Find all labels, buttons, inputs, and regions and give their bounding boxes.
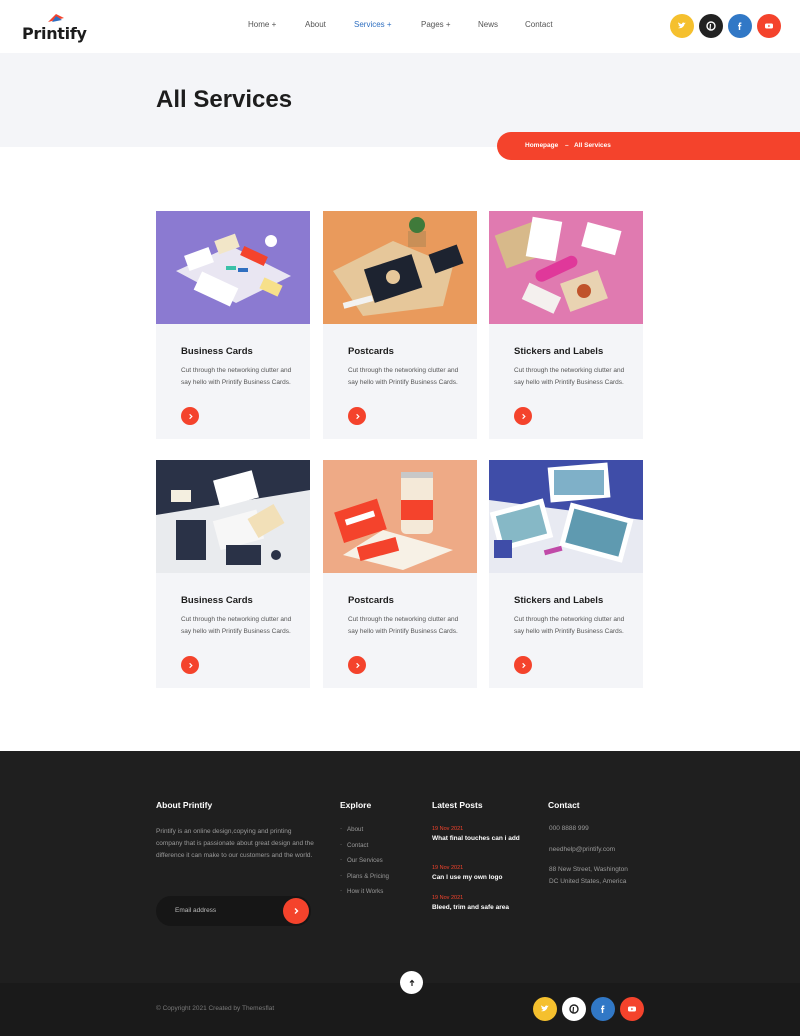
- footer-contact-heading: Contact: [548, 800, 580, 810]
- service-card[interactable]: Business Cards Cut through the networkin…: [156, 460, 310, 688]
- footer-link-contact[interactable]: Contact: [340, 841, 389, 858]
- nav-about[interactable]: About: [305, 20, 326, 29]
- chevron-right-icon: [294, 908, 299, 914]
- post-date: 19 Nov 2021: [432, 895, 464, 901]
- service-arrow-button[interactable]: [181, 407, 199, 425]
- footer-about-text: Printify is an online design,copying and…: [156, 828, 314, 859]
- chevron-right-icon: [188, 413, 193, 419]
- footer-link-about[interactable]: About: [340, 825, 389, 842]
- contact-address-line2: DC United States, America: [549, 878, 627, 885]
- footer-explore-heading: Explore: [340, 800, 372, 810]
- service-description: Cut through the networking clutter and s…: [514, 367, 625, 386]
- contact-address-line1: 88 New Street, Washington: [549, 866, 628, 873]
- service-description: Cut through the networking clutter and s…: [348, 616, 459, 635]
- post-title[interactable]: Can I use my own logo: [432, 874, 527, 882]
- service-image[interactable]: [156, 460, 310, 573]
- twitter-icon[interactable]: [533, 997, 557, 1021]
- service-arrow-button[interactable]: [348, 407, 366, 425]
- footer-link-how-it-works[interactable]: How it Works: [340, 887, 389, 904]
- site-header: Printify Home + About Services + Pages +…: [0, 0, 800, 53]
- service-title: Stickers and Labels: [514, 595, 604, 606]
- service-title: Stickers and Labels: [514, 346, 604, 357]
- facebook-icon[interactable]: [591, 997, 615, 1021]
- service-title: Business Cards: [181, 346, 253, 357]
- service-title: Postcards: [348, 346, 394, 357]
- service-title: Postcards: [348, 595, 394, 606]
- post-title[interactable]: Bleed, trim and safe area: [432, 904, 527, 912]
- service-arrow-button[interactable]: [348, 656, 366, 674]
- copyright-text: © Copyright 2021 Created by Themesflat: [156, 1005, 275, 1012]
- service-description: Cut through the networking clutter and s…: [514, 616, 625, 635]
- nav-pages[interactable]: Pages +: [421, 20, 451, 29]
- service-card[interactable]: Business Cards Cut through the networkin…: [156, 211, 310, 439]
- service-image[interactable]: [489, 211, 643, 324]
- youtube-icon[interactable]: [620, 997, 644, 1021]
- chevron-right-icon: [355, 413, 360, 419]
- breadcrumb-separator: –: [565, 142, 569, 149]
- service-arrow-button[interactable]: [181, 656, 199, 674]
- post-date: 19 Nov 2021: [432, 865, 464, 871]
- service-card[interactable]: Postcards Cut through the networking clu…: [323, 460, 477, 688]
- footer-post[interactable]: 19 Nov 2021 Bleed, trim and safe area: [432, 895, 527, 912]
- nav-news[interactable]: News: [478, 20, 498, 29]
- pinterest-icon[interactable]: [699, 14, 723, 38]
- footer-post[interactable]: 19 Nov 2021 Can I use my own logo: [432, 865, 527, 882]
- contact-email[interactable]: needhelp@printify.com: [549, 844, 615, 856]
- pinterest-icon[interactable]: [562, 997, 586, 1021]
- service-card[interactable]: Stickers and Labels Cut through the netw…: [489, 460, 643, 688]
- service-description: Cut through the networking clutter and s…: [181, 367, 292, 386]
- scroll-to-top-button[interactable]: [400, 971, 423, 994]
- youtube-icon[interactable]: [757, 14, 781, 38]
- footer-about-heading: About Printify: [156, 800, 213, 810]
- service-title: Business Cards: [181, 595, 253, 606]
- service-description: Cut through the networking clutter and s…: [348, 367, 459, 386]
- newsletter-submit-button[interactable]: [283, 898, 309, 924]
- footer-link-services[interactable]: Our Services: [340, 856, 389, 873]
- chevron-right-icon: [188, 662, 193, 668]
- chevron-right-icon: [521, 413, 526, 419]
- service-image[interactable]: [323, 211, 477, 324]
- header-social: [670, 14, 781, 38]
- breadcrumb-home[interactable]: Homepage: [525, 142, 558, 149]
- post-title[interactable]: What final touches can i add: [432, 835, 527, 843]
- nav-home[interactable]: Home +: [248, 20, 276, 29]
- arrow-up-icon: [409, 979, 414, 986]
- footer-bottom-bar: © Copyright 2021 Created by Themesflat: [0, 983, 800, 1036]
- footer-link-pricing[interactable]: Plans & Pricing: [340, 872, 389, 889]
- breadcrumb-current: All Services: [574, 142, 611, 149]
- service-image[interactable]: [489, 460, 643, 573]
- footer-explore-links: About Contact Our Services Plans & Prici…: [340, 825, 389, 904]
- post-date: 19 Nov 2021: [432, 826, 464, 832]
- service-arrow-button[interactable]: [514, 656, 532, 674]
- footer-post[interactable]: 19 Nov 2021 What final touches can i add: [432, 826, 527, 843]
- service-card[interactable]: Stickers and Labels Cut through the netw…: [489, 211, 643, 439]
- chevron-right-icon: [521, 662, 526, 668]
- service-image[interactable]: [323, 460, 477, 573]
- footer-posts-heading: Latest Posts: [432, 800, 483, 810]
- newsletter-email-field[interactable]: Email address: [156, 896, 311, 926]
- page-title: All Services: [156, 86, 293, 113]
- service-image[interactable]: [156, 211, 310, 324]
- contact-phone[interactable]: 000 8888 999: [549, 823, 589, 835]
- email-placeholder: Email address: [175, 907, 217, 914]
- facebook-icon[interactable]: [728, 14, 752, 38]
- twitter-icon[interactable]: [670, 14, 694, 38]
- nav-contact[interactable]: Contact: [525, 20, 553, 29]
- breadcrumb: Homepage – All Services: [497, 132, 800, 160]
- nav-services[interactable]: Services +: [354, 20, 392, 29]
- service-card[interactable]: Postcards Cut through the networking clu…: [323, 211, 477, 439]
- site-footer: About Printify Printify is an online des…: [0, 751, 800, 983]
- service-description: Cut through the networking clutter and s…: [181, 616, 292, 635]
- chevron-right-icon: [355, 662, 360, 668]
- service-arrow-button[interactable]: [514, 407, 532, 425]
